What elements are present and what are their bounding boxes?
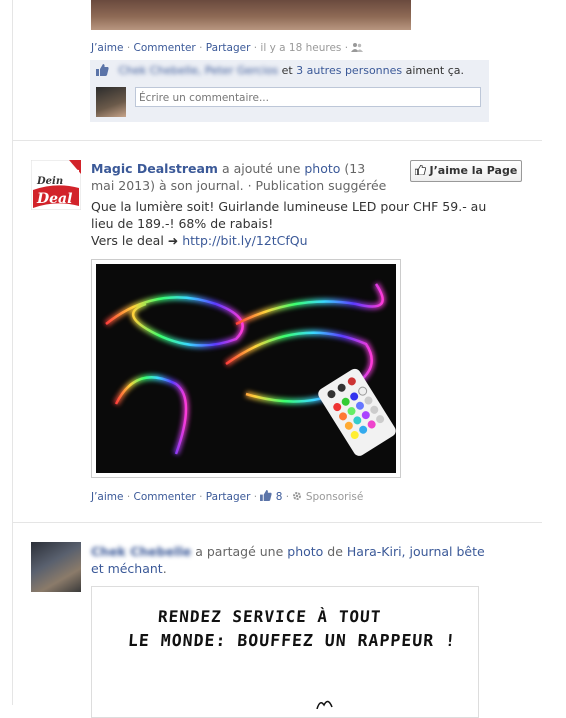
period: . — [162, 561, 167, 576]
shared-text: a partagé une — [191, 544, 288, 559]
others-link[interactable]: 3 autres personnes — [296, 64, 402, 77]
like-count[interactable]: 8 — [276, 491, 283, 503]
friend-avatar[interactable] — [31, 542, 81, 592]
post-time[interactable]: il y a 18 heures — [260, 42, 341, 54]
friends-audience-icon[interactable] — [351, 42, 364, 54]
thumbs-up-icon — [414, 164, 430, 177]
post2-text: Que la lumière soit! Guirlande lumineuse… — [91, 198, 511, 249]
sponsored-label[interactable]: Sponsorisé — [306, 491, 363, 503]
cartoon-photo[interactable]: RENDEZ SERVICE À TOUT LE MONDE: BOUFFEZ … — [91, 586, 479, 718]
post1-actions: J’aime · Commenter · Partager · il y a 1… — [91, 42, 364, 54]
likes-and-text: et — [278, 64, 297, 77]
share-link[interactable]: Partager — [206, 42, 251, 54]
likes-summary: Chek Chebelle, Peter Gercios et 3 autres… — [96, 64, 464, 77]
like-link[interactable]: J’aime — [91, 491, 123, 503]
thumbs-up-icon — [96, 64, 109, 76]
post2-actions: J’aime · Commenter · Partager · 8 · Spon… — [91, 490, 364, 503]
of-text: de — [323, 544, 347, 559]
deal-line: Vers le deal ➜ http://bit.ly/12tCfQu — [91, 232, 511, 249]
comment-input[interactable]: Écrire un commentaire... — [135, 87, 481, 107]
blurred-friend-name[interactable]: Chek Chebelle — [91, 544, 191, 559]
post-separator — [12, 522, 542, 523]
like-link[interactable]: J’aime — [91, 42, 123, 54]
photo-link[interactable]: photo — [287, 544, 323, 559]
added-text: a ajouté une — [217, 161, 305, 176]
led-strip-image — [96, 264, 396, 473]
blurred-liker-names[interactable]: Chek Chebelle, Peter Gercios — [119, 64, 279, 77]
likes-suffix: aiment ça. — [402, 64, 464, 77]
deal-url-link[interactable]: http://bit.ly/12tCfQu — [182, 233, 307, 248]
thumbs-up-icon — [260, 490, 275, 503]
page-name-link[interactable]: Magic Dealstream — [91, 161, 218, 176]
timeline-divider — [12, 0, 13, 705]
photo-link[interactable]: photo — [304, 161, 340, 176]
user-avatar[interactable] — [96, 87, 126, 117]
post1-photo[interactable] — [91, 0, 411, 30]
dein-deal-logo[interactable]: Dein Deal — [30, 159, 82, 211]
share-link[interactable]: Partager — [206, 491, 251, 503]
gear-icon[interactable] — [292, 491, 305, 503]
post3-header: Chek Chebelle a partagé une photo de Har… — [91, 543, 491, 577]
logo-line1: Dein — [36, 176, 63, 187]
post-separator — [12, 140, 542, 141]
logo-line2: Deal — [36, 191, 72, 207]
cartoon-line1: RENDEZ SERVICE À TOUT — [157, 607, 382, 626]
cartoon-line2: LE MONDE: BOUFFEZ UN RAPPEUR ! — [127, 631, 457, 650]
cartoon-drawing-fragment — [316, 700, 333, 709]
post2-header: Magic Dealstream a ajouté une photo (13 … — [91, 160, 391, 194]
journal-text: à son journal. — [154, 178, 244, 193]
comment-link[interactable]: Commenter — [134, 491, 196, 503]
post1-feedback-box: Chek Chebelle, Peter Gercios et 3 autres… — [90, 60, 489, 122]
comment-link[interactable]: Commenter — [134, 42, 196, 54]
led-strip-photo[interactable] — [91, 259, 401, 478]
post2-text-line: Que la lumière soit! Guirlande lumineuse… — [91, 199, 487, 231]
suggested-label: · Publication suggérée — [243, 178, 387, 193]
deal-prefix: Vers le deal ➜ — [91, 233, 183, 248]
like-page-label: J’aime la Page — [429, 164, 518, 177]
like-page-button[interactable]: J’aime la Page — [410, 160, 522, 182]
